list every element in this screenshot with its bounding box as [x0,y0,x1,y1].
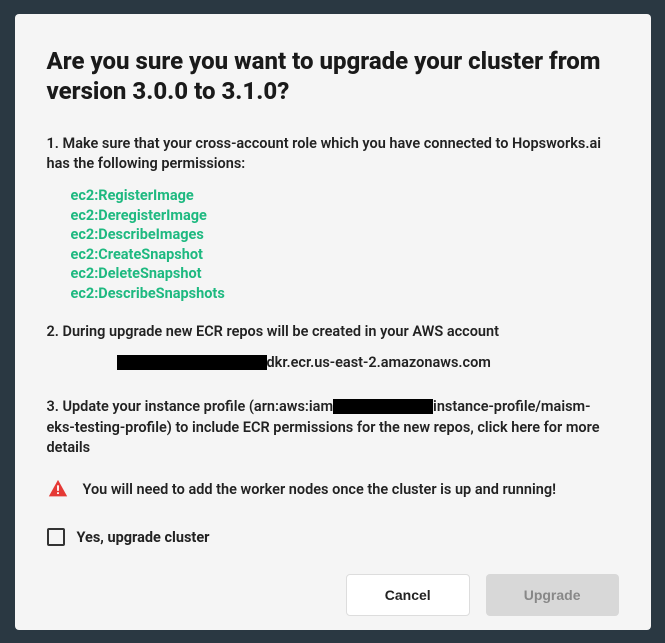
step-3-text: 3. Update your instance profile (arn:aws… [47,397,619,458]
modal-title: Are you sure you want to upgrade your cl… [47,46,619,106]
confirm-checkbox[interactable] [47,528,65,546]
confirm-checkbox-label: Yes, upgrade cluster [77,529,210,546]
upgrade-confirmation-modal: Are you sure you want to upgrade your cl… [15,14,651,630]
ecr-repo-line: dkr.ecr.us-east-2.amazonaws.com [117,354,619,371]
warning-icon [47,478,69,500]
permission-item: ec2:CreateSnapshot [71,245,619,265]
permission-item: ec2:DescribeImages [71,225,619,245]
upgrade-button[interactable]: Upgrade [486,574,619,616]
permission-item: ec2:DeregisterImage [71,206,619,226]
cancel-button[interactable]: Cancel [346,574,470,616]
ecr-domain: dkr.ecr.us-east-2.amazonaws.com [267,354,491,371]
confirm-checkbox-row: Yes, upgrade cluster [47,528,619,546]
permission-item: ec2:RegisterImage [71,186,619,206]
redacted-account-id [117,355,267,370]
step-1-text: 1. Make sure that your cross-account rol… [47,134,619,175]
warning-row: You will need to add the worker nodes on… [47,478,619,500]
step-3-part-a: 3. Update your instance profile (arn:aws… [47,398,334,415]
redacted-iam-account [333,399,433,414]
step-2-text: 2. During upgrade new ECR repos will be … [47,323,619,340]
permission-item: ec2:DescribeSnapshots [71,284,619,304]
button-row: Cancel Upgrade [47,574,619,616]
warning-text: You will need to add the worker nodes on… [83,481,556,498]
permissions-list: ec2:RegisterImage ec2:DeregisterImage ec… [71,186,619,303]
permission-item: ec2:DeleteSnapshot [71,264,619,284]
